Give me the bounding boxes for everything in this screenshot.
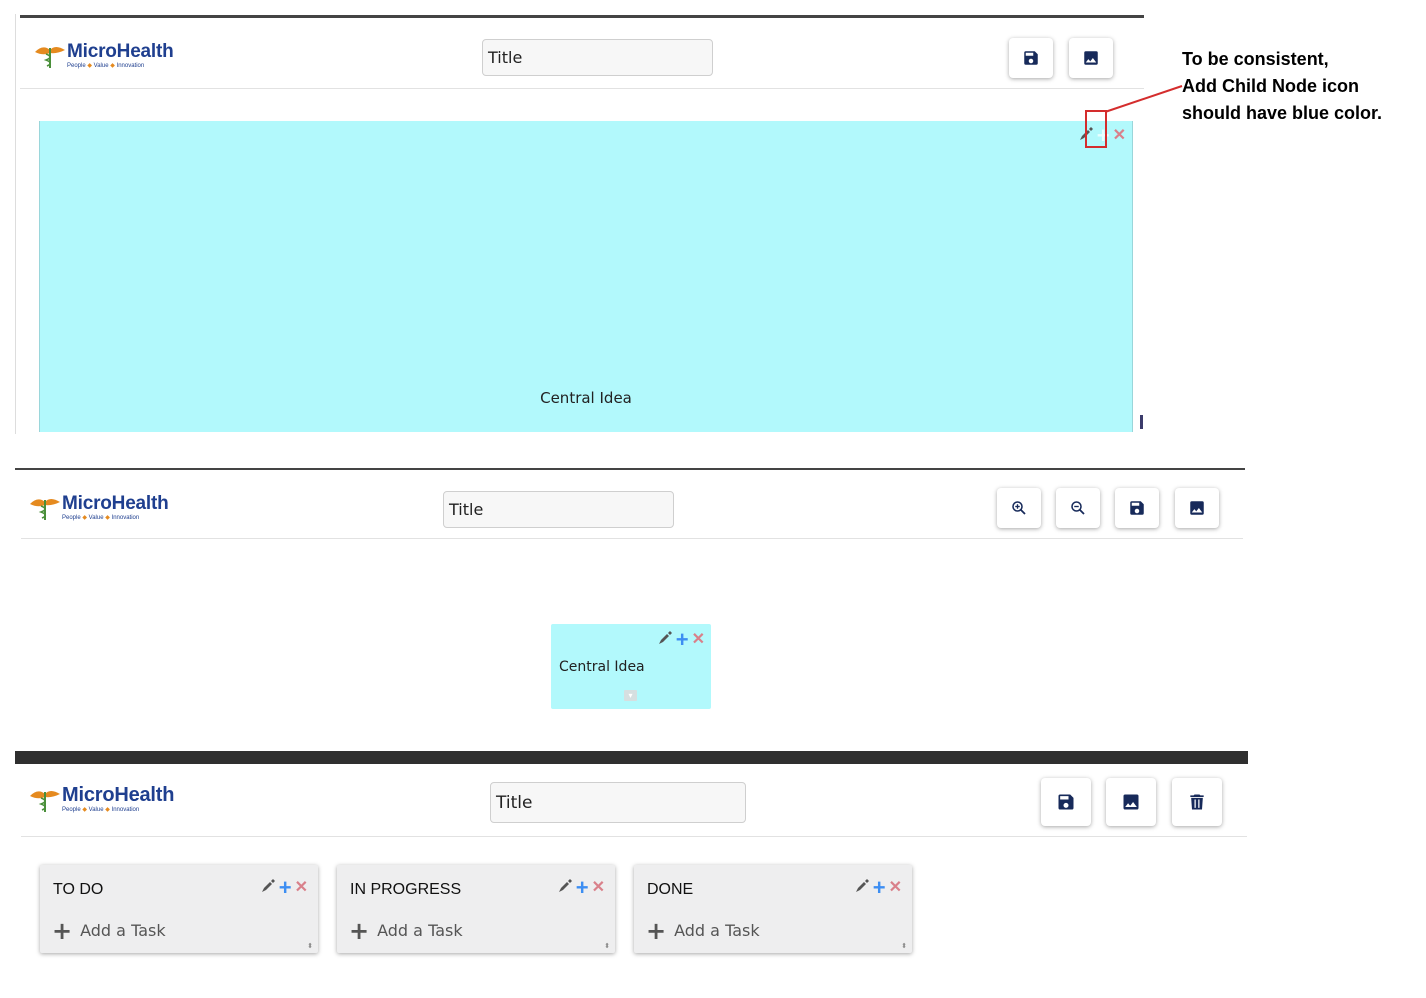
- caduceus-logo-icon: [28, 492, 62, 522]
- mindmap-panel-compact: MicroHealth People ◆ Value ◆ Innovation …: [15, 468, 1245, 752]
- delete-column-icon[interactable]: ✕: [592, 880, 605, 896]
- header-divider: [21, 538, 1243, 539]
- add-task-button[interactable]: + Add a Task: [646, 916, 760, 945]
- resize-handle-icon[interactable]: ⬍: [307, 942, 313, 950]
- logo-wordmark: MicroHealth: [67, 40, 174, 62]
- column-title: DONE: [647, 881, 694, 898]
- resize-handle-icon[interactable]: ⬍: [901, 942, 907, 950]
- central-idea-label: Central Idea: [559, 659, 645, 675]
- title-input[interactable]: Title: [482, 39, 713, 76]
- export-image-button[interactable]: [1175, 488, 1219, 528]
- mindmap-panel-expanded: MicroHealth People ◆ Value ◆ Innovation …: [20, 15, 1144, 432]
- delete-column-icon[interactable]: ✕: [889, 880, 902, 896]
- title-input[interactable]: Title: [443, 491, 674, 528]
- plus-icon: +: [52, 916, 73, 945]
- annotation-text: To be consistent, Add Child Node icon sh…: [1182, 49, 1383, 123]
- delete-node-icon[interactable]: ✕: [692, 632, 705, 648]
- save-button[interactable]: [1009, 38, 1053, 78]
- image-icon: [1084, 51, 1098, 65]
- kanban-column-in-progress[interactable]: IN PROGRESS + ✕ + Add a Task ⬍: [337, 865, 615, 953]
- title-input-value: Title: [496, 792, 533, 813]
- image-icon: [1123, 794, 1139, 810]
- header-divider: [20, 88, 1144, 89]
- edit-column-icon[interactable]: [557, 878, 573, 899]
- column-title: TO DO: [53, 881, 104, 898]
- zoom-out-icon: [1071, 501, 1085, 515]
- edit-column-icon[interactable]: [854, 878, 870, 899]
- add-task-label: Add a Task: [674, 921, 760, 940]
- caduceus-logo-icon: [33, 40, 67, 70]
- add-task-icon[interactable]: +: [576, 877, 589, 899]
- kanban-column-done[interactable]: DONE + ✕ + Add a Task ⬍: [634, 865, 912, 953]
- add-child-node-icon[interactable]: +: [676, 629, 689, 651]
- central-idea-node-expanded[interactable]: + ✕ Central Idea: [39, 121, 1133, 432]
- add-task-button[interactable]: + Add a Task: [349, 916, 463, 945]
- edit-node-icon[interactable]: [657, 630, 673, 651]
- panel1-right-edge: [1140, 415, 1143, 429]
- logo-tagline: People ◆ Value ◆ Innovation: [67, 62, 145, 69]
- save-icon: [1130, 501, 1144, 515]
- logo-wordmark: MicroHealth: [62, 492, 169, 514]
- plus-icon: +: [349, 916, 370, 945]
- microhealth-logo: MicroHealth People ◆ Value ◆ Innovation: [33, 40, 174, 70]
- kanban-panel: MicroHealth People ◆ Value ◆ Innovation …: [15, 764, 1248, 998]
- save-button[interactable]: [1115, 488, 1159, 528]
- export-image-button[interactable]: [1069, 38, 1113, 78]
- edit-column-icon[interactable]: [260, 878, 276, 899]
- zoom-in-button[interactable]: [997, 488, 1041, 528]
- central-idea-node[interactable]: + ✕ Central Idea ▾: [551, 624, 711, 709]
- annotation-leader-line: [1104, 85, 1183, 113]
- kanban-column-todo[interactable]: TO DO + ✕ + Add a Task ⬍: [40, 865, 318, 953]
- logo-tagline: People ◆ Value ◆ Innovation: [62, 807, 140, 813]
- add-task-icon[interactable]: +: [873, 877, 886, 899]
- title-input-value: Title: [488, 48, 523, 67]
- add-task-button[interactable]: + Add a Task: [52, 916, 166, 945]
- trash-icon: [1190, 794, 1204, 810]
- export-image-button[interactable]: [1106, 778, 1156, 826]
- add-task-label: Add a Task: [80, 921, 166, 940]
- image-icon: [1190, 501, 1204, 515]
- resize-handle-icon[interactable]: ⬍: [604, 942, 610, 950]
- window-title-bar: [15, 751, 1248, 764]
- microhealth-logo: MicroHealth People ◆ Value ◆ Innovation: [28, 492, 169, 522]
- plus-icon: +: [646, 916, 667, 945]
- zoom-in-icon: [1012, 501, 1026, 515]
- delete-node-icon[interactable]: ✕: [1113, 128, 1126, 144]
- logo-wordmark: MicroHealth: [62, 784, 175, 806]
- caduceus-logo-icon: [28, 784, 62, 814]
- add-task-label: Add a Task: [377, 921, 463, 940]
- title-input-value: Title: [449, 500, 484, 519]
- delete-column-icon[interactable]: ✕: [295, 880, 308, 896]
- microhealth-logo: MicroHealth People ◆ Value ◆ Innovation: [28, 784, 174, 814]
- header-divider: [21, 836, 1247, 837]
- save-icon: [1024, 51, 1038, 65]
- title-input[interactable]: Title: [490, 782, 746, 823]
- column-title: IN PROGRESS: [350, 881, 462, 898]
- zoom-out-button[interactable]: [1056, 488, 1100, 528]
- collapse-toggle-icon[interactable]: ▾: [624, 690, 637, 701]
- save-icon: [1058, 794, 1074, 810]
- save-button[interactable]: [1041, 778, 1091, 826]
- central-idea-label: Central Idea: [540, 389, 632, 407]
- add-task-icon[interactable]: +: [279, 877, 292, 899]
- delete-board-button[interactable]: [1172, 778, 1222, 826]
- logo-tagline: People ◆ Value ◆ Innovation: [62, 514, 140, 521]
